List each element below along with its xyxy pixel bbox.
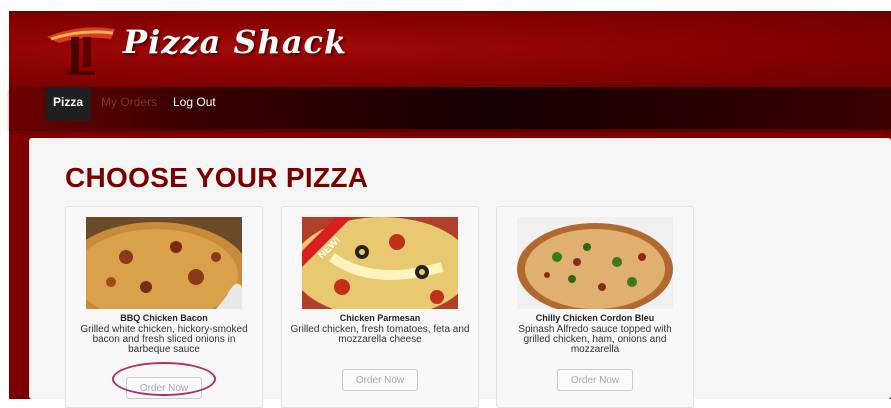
pizza-card-chilly-chicken-cordon-bleu: Chilly Chicken Cordon Bleu Spinash Alfre…: [496, 206, 694, 408]
site-header: Pizza Shack: [9, 11, 891, 86]
highlight-ring: [112, 362, 216, 396]
pizza-description: Grilled chicken, fresh tomatoes, feta an…: [290, 324, 470, 345]
page-title: CHOOSE YOUR PIZZA: [65, 162, 369, 193]
pizza-image: [86, 217, 242, 309]
pizza-title: BBQ Chicken Bacon: [120, 313, 208, 323]
page-frame: Pizza Shack Pizza My Orders Log Out CHOO…: [9, 11, 891, 408]
pizza-description: Spinash Alfredo sauce topped with grille…: [518, 324, 672, 355]
pizza-card-chicken-parmesan: NEW! Chicken Parmesan Grilled chicken, f…: [281, 206, 479, 408]
nav-my-orders[interactable]: My Orders: [93, 87, 165, 121]
order-now-button[interactable]: Order Now: [557, 369, 633, 391]
pizza-image: [517, 217, 673, 309]
content-panel: CHOOSE YOUR PIZZA BBQ Chicken Bacon Gril…: [29, 138, 891, 408]
main-nav: Pizza My Orders Log Out: [9, 87, 891, 129]
brand-name[interactable]: Pizza Shack: [123, 23, 347, 61]
order-now-button[interactable]: Order Now: [342, 369, 418, 391]
nav-log-out[interactable]: Log Out: [165, 87, 224, 121]
pizza-logo-icon: [47, 27, 115, 75]
pizza-image: NEW!: [302, 217, 458, 309]
pizza-description: Grilled white chicken, hickory-smoked ba…: [80, 324, 248, 355]
pizza-title: Chilly Chicken Cordon Bleu: [535, 313, 655, 323]
pizza-title: Chicken Parmesan: [339, 313, 421, 323]
nav-pizza[interactable]: Pizza: [45, 87, 92, 121]
